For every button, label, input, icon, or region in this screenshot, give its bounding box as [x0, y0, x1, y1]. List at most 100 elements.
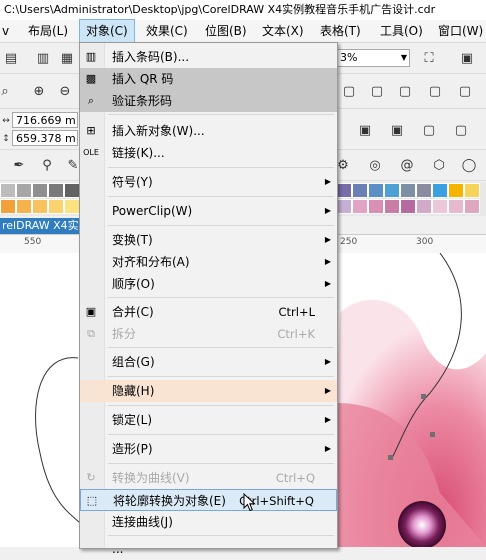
menu-item-group[interactable]: 组合(G) ▶: [80, 351, 337, 373]
menu-item-insert-qr[interactable]: ▩ 插入 QR 码: [80, 68, 337, 90]
swatch[interactable]: [368, 183, 384, 198]
zoom-out-icon[interactable]: ⊖: [56, 82, 74, 100]
swatch[interactable]: [16, 183, 32, 198]
menu-window[interactable]: 窗口(W): [432, 20, 486, 42]
curve-node[interactable]: [430, 432, 435, 437]
swatch[interactable]: [448, 199, 464, 214]
contour-icon[interactable]: ◎: [366, 156, 384, 174]
swatch[interactable]: [352, 199, 368, 214]
swatch[interactable]: [400, 183, 416, 198]
menu-view-partial[interactable]: v: [0, 20, 15, 42]
height-field[interactable]: 659.378 m: [12, 130, 78, 146]
swatch[interactable]: [0, 183, 16, 198]
menu-item-shaping[interactable]: 造形(P) ▶: [80, 438, 337, 460]
swatch[interactable]: [432, 183, 448, 198]
swatch[interactable]: [32, 183, 48, 198]
shape2-icon[interactable]: ▢: [452, 121, 470, 139]
mouse-cursor-icon: [243, 493, 256, 512]
swatch[interactable]: [16, 199, 32, 214]
polygon-icon[interactable]: ⬡: [430, 156, 448, 174]
menu-object[interactable]: 对象(C): [79, 19, 135, 43]
ruler-label: 550: [24, 237, 42, 247]
menu-item-outline-to-object[interactable]: ⬚ 将轮廓转换为对象(E) Ctrl+Shift+Q: [80, 489, 337, 511]
menu-item-links[interactable]: OLE 链接(K)...: [80, 142, 337, 164]
doc-icon[interactable]: ▤: [2, 49, 20, 67]
zoom-icon[interactable]: ⌕: [0, 82, 14, 100]
submenu-arrow-icon: ▶: [324, 357, 331, 366]
swatch[interactable]: [336, 183, 352, 198]
menu-tools[interactable]: 工具(O): [374, 20, 429, 42]
menu-item-align-distribute[interactable]: 对齐和分布(A) ▶: [80, 251, 337, 273]
submenu-arrow-icon: ▶: [324, 177, 331, 186]
menu-item-convert-to-curves[interactable]: ↻ 转换为曲线(V) Ctrl+Q: [80, 467, 337, 489]
zoom-combo[interactable]: 3% ▼: [336, 49, 410, 67]
menu-table[interactable]: 表格(T): [314, 20, 367, 42]
swatch[interactable]: [384, 199, 400, 214]
swatch[interactable]: [416, 183, 432, 198]
arrange-icon[interactable]: ▣: [356, 121, 374, 139]
menu-bitmap[interactable]: 位图(B): [199, 20, 253, 42]
menu-item-insert-new-object[interactable]: ⊞ 插入新对象(W)...: [80, 120, 337, 142]
weld-icon[interactable]: ▢: [340, 82, 358, 100]
swatch[interactable]: [400, 199, 416, 214]
document-tab[interactable]: relDRAW X4实例: [0, 218, 82, 234]
menu-item-symbol[interactable]: 符号(Y) ▶: [80, 171, 337, 193]
curve-path-left: [35, 357, 81, 524]
menu-item-verify-barcode[interactable]: ⌕ 验证条形码: [80, 90, 337, 112]
swatch[interactable]: [336, 199, 352, 214]
outline-to-object-icon: ⬚: [86, 494, 98, 507]
menu-item-join-curves[interactable]: 连接曲线(J): [80, 511, 337, 533]
swatch[interactable]: [64, 183, 80, 198]
options-icon[interactable]: ▣: [458, 49, 476, 67]
print-icon[interactable]: ▥: [34, 49, 52, 67]
order-icon[interactable]: ▣: [388, 121, 406, 139]
menu-item-order[interactable]: 顺序(O) ▶: [80, 273, 337, 295]
zoom-in-icon[interactable]: ⊕: [30, 82, 48, 100]
width-icon: ↔: [2, 116, 10, 126]
swatch[interactable]: [384, 183, 400, 198]
menu-item-powerclip[interactable]: PowerClip(W) ▶: [80, 200, 337, 222]
intersect-icon[interactable]: ▢: [396, 82, 414, 100]
swatch[interactable]: [464, 199, 480, 214]
submenu-arrow-icon: ▶: [324, 235, 331, 244]
swatch[interactable]: [0, 199, 16, 214]
curve-node[interactable]: [388, 455, 393, 460]
copy-icon[interactable]: ▦: [58, 49, 76, 67]
menu-item-transform[interactable]: 变换(T) ▶: [80, 229, 337, 251]
swatch[interactable]: [48, 199, 64, 214]
menu-item-break-apart[interactable]: ⧉ 拆分 Ctrl+K: [80, 323, 337, 345]
menu-separator: [108, 114, 334, 115]
ruler-label: 250: [340, 237, 358, 247]
pen-tool-icon[interactable]: ✒: [10, 156, 28, 174]
trim-icon[interactable]: ▢: [368, 82, 386, 100]
menu-item-more[interactable]: ...: [80, 538, 337, 560]
menu-item-hide[interactable]: 隐藏(H) ▶: [80, 380, 337, 402]
swatch[interactable]: [32, 199, 48, 214]
swatch[interactable]: [432, 199, 448, 214]
front-minus-back-icon[interactable]: ▢: [456, 82, 474, 100]
full-screen-icon[interactable]: ⛶: [420, 49, 438, 67]
menu-layout[interactable]: 布局(L): [22, 20, 74, 42]
swatch[interactable]: [416, 199, 432, 214]
ellipse-icon[interactable]: ◯: [460, 156, 478, 174]
menu-text[interactable]: 文本(X): [256, 20, 310, 42]
menu-item-lock[interactable]: 锁定(L) ▶: [80, 409, 337, 431]
simplify-icon[interactable]: ▢: [426, 82, 444, 100]
shape-icon[interactable]: ▢: [420, 121, 438, 139]
swatch[interactable]: [464, 183, 480, 198]
swatch[interactable]: [368, 199, 384, 214]
menu-item-insert-barcode[interactable]: ▥ 插入条码(B)...: [80, 46, 337, 68]
swatch[interactable]: [448, 183, 464, 198]
break-apart-icon: ⧉: [87, 327, 95, 340]
submenu-arrow-icon: ▶: [324, 415, 331, 424]
chevron-down-icon[interactable]: ▼: [401, 50, 407, 66]
curve-node[interactable]: [421, 394, 426, 399]
node-tool-icon[interactable]: ⚲: [38, 156, 56, 174]
swatch[interactable]: [48, 183, 64, 198]
spiral-icon[interactable]: @: [398, 156, 416, 174]
menu-item-combine[interactable]: ▣ 合并(C) Ctrl+L: [80, 301, 337, 323]
width-field[interactable]: 716.669 m: [12, 112, 78, 128]
swatch[interactable]: [64, 199, 80, 214]
swatch[interactable]: [352, 183, 368, 198]
menu-effects[interactable]: 效果(C): [140, 20, 194, 42]
